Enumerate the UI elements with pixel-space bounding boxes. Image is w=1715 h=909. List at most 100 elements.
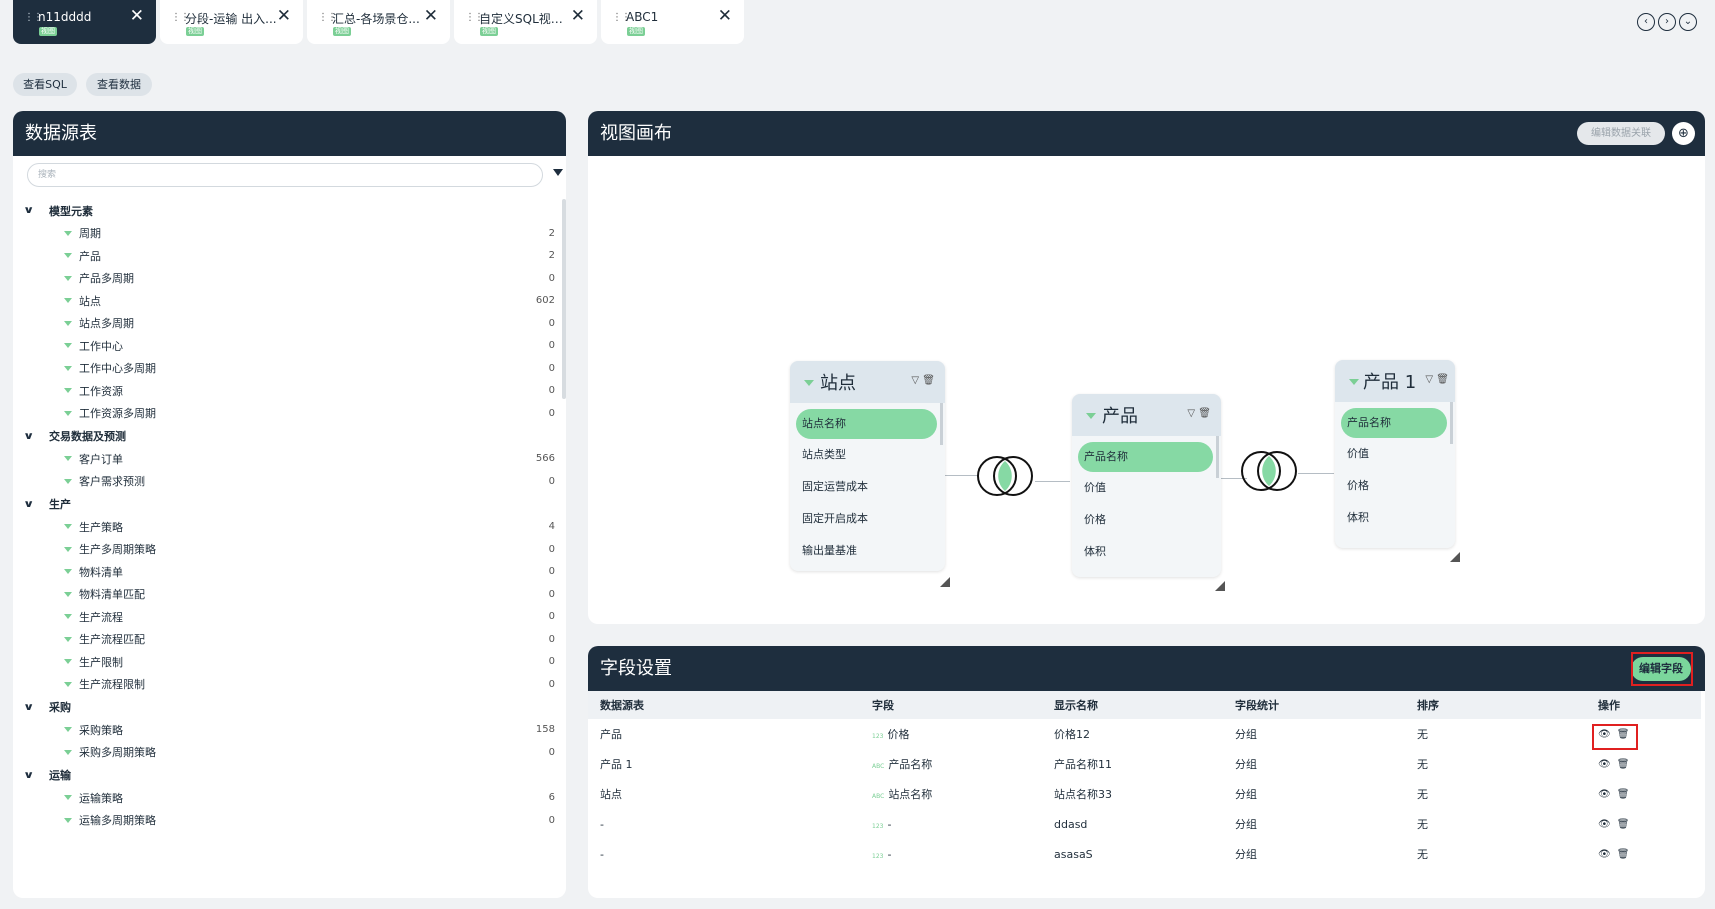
node-field[interactable]: 产品名称 — [1341, 408, 1447, 438]
inner-join-icon[interactable] — [1241, 451, 1297, 491]
node-field[interactable]: 固定开启成本 — [790, 503, 945, 535]
tree-item[interactable]: 生产流程限制 0 — [25, 673, 555, 696]
eye-icon[interactable]: 👁 — [1598, 789, 1611, 800]
table-node-product[interactable]: 产品 ▽ 🗑 产品名称 价值 价格 体积 — [1072, 394, 1221, 577]
node-field[interactable]: 价值 — [1335, 438, 1455, 470]
next-tab-icon[interactable]: › — [1658, 13, 1676, 31]
tree-group[interactable]: ∨ 生产 — [23, 493, 555, 516]
expand-icon[interactable] — [64, 253, 72, 259]
tree-group[interactable]: ∨ 模型元素 — [23, 199, 555, 222]
tree-item[interactable]: 产品多周期 0 — [25, 267, 555, 290]
tree-item[interactable]: 生产策略 4 — [25, 516, 555, 539]
node-field[interactable]: 站点类型 — [790, 439, 945, 471]
node-field[interactable]: 产品名称 — [1078, 442, 1213, 472]
close-icon[interactable]: ✕ — [130, 8, 144, 25]
expand-icon[interactable] — [64, 298, 72, 304]
expand-icon[interactable] — [64, 275, 72, 281]
trash-icon[interactable]: 🗑 — [1617, 759, 1630, 770]
expand-icon[interactable] — [64, 365, 72, 371]
tree-item[interactable]: 生产多周期策略 0 — [25, 538, 555, 561]
scrollbar[interactable] — [1216, 436, 1219, 478]
trash-icon[interactable]: 🗑 — [1617, 789, 1630, 800]
table-node-product-1[interactable]: 产品 1 ▽ 🗑 产品名称 价值 价格 体积 — [1335, 360, 1455, 548]
node-header[interactable]: 产品 ▽ 🗑 — [1072, 394, 1221, 436]
collapse-icon[interactable] — [1349, 379, 1359, 385]
tree-item[interactable]: 工作资源 0 — [25, 380, 555, 403]
node-field[interactable]: 价值 — [1072, 472, 1221, 504]
tree-item[interactable]: 客户订单 566 — [25, 448, 555, 471]
chevron-down-icon[interactable]: ∨ — [23, 702, 37, 713]
tree-item[interactable]: 运输策略 6 — [25, 787, 555, 810]
resize-handle-icon[interactable] — [1215, 581, 1225, 591]
close-icon[interactable]: ✕ — [277, 8, 291, 25]
expand-icon[interactable] — [64, 456, 72, 462]
table-row[interactable]: -123- ddasd 分组无 👁 🗑 — [588, 809, 1701, 839]
tree-group[interactable]: ∨ 运输 — [23, 764, 555, 787]
trash-icon[interactable]: 🗑 — [922, 375, 935, 386]
filter-icon[interactable] — [553, 169, 563, 176]
table-row[interactable]: 产品 123 价格 价格12 分组无 👁 🗑 — [588, 719, 1701, 749]
tree-item[interactable]: 采购策略 158 — [25, 719, 555, 742]
table-row[interactable]: 产品 1 ABC 产品名称 产品名称11 分组无 👁 🗑 — [588, 749, 1701, 779]
tree-item[interactable]: 物料清单匹配 0 — [25, 583, 555, 606]
resize-handle-icon[interactable] — [1450, 552, 1460, 562]
tree-item[interactable]: 工作中心 0 — [25, 335, 555, 358]
scrollbar[interactable] — [940, 403, 943, 445]
node-header[interactable]: 产品 1 ▽ 🗑 — [1335, 360, 1455, 402]
node-field[interactable]: 体积 — [1335, 502, 1455, 534]
node-field[interactable]: 固定运营成本 — [790, 471, 945, 503]
tab-list-icon[interactable]: ⌄ — [1679, 13, 1697, 31]
view-sql-button[interactable]: 查看SQL — [13, 73, 77, 96]
table-row[interactable]: -123- asasaS 分组无 👁 🗑 — [588, 839, 1701, 869]
tree-item[interactable]: 站点 602 — [25, 290, 555, 313]
search-input[interactable]: 搜索 — [27, 163, 543, 187]
node-field[interactable]: 价格 — [1072, 504, 1221, 536]
node-field[interactable]: 输出量基准 — [790, 535, 945, 567]
expand-icon[interactable] — [64, 230, 72, 236]
chevron-down-icon[interactable]: ∨ — [23, 770, 37, 781]
collapse-icon[interactable] — [1086, 413, 1096, 419]
expand-icon[interactable] — [64, 524, 72, 530]
tab-custom-sql[interactable]: ⋮⋮ 自定义SQL视图... 视图 ✕ — [454, 0, 597, 44]
close-icon[interactable]: ✕ — [571, 8, 585, 25]
tree-item[interactable]: 工作资源多周期 0 — [25, 402, 555, 425]
node-field[interactable]: 体积 — [1072, 536, 1221, 568]
filter-icon[interactable]: ▽ — [911, 375, 919, 386]
expand-icon[interactable] — [64, 681, 72, 687]
chevron-down-icon[interactable]: ∨ — [23, 499, 37, 510]
tree-item[interactable]: 生产限制 0 — [25, 651, 555, 674]
tab-abc1[interactable]: ⋮⋮ ABC1 视图 ✕ — [601, 0, 744, 44]
expand-icon[interactable] — [64, 478, 72, 484]
expand-icon[interactable] — [64, 591, 72, 597]
expand-icon[interactable] — [64, 636, 72, 642]
tab-summary-warehouse[interactable]: ⋮⋮ 汇总-各场景仓... 视图 ✕ — [307, 0, 450, 44]
trash-icon[interactable]: 🗑 — [1198, 408, 1211, 419]
inner-join-icon[interactable] — [977, 456, 1033, 496]
expand-icon[interactable] — [64, 569, 72, 575]
tree-item[interactable]: 采购多周期策略 0 — [25, 741, 555, 764]
tree-item[interactable]: 客户需求预测 0 — [25, 470, 555, 493]
tree-item[interactable]: 生产流程 0 — [25, 606, 555, 629]
table-row[interactable]: 站点 ABC 站点名称 站点名称33 分组无 👁 🗑 — [588, 779, 1701, 809]
trash-icon[interactable]: 🗑 — [1436, 374, 1449, 385]
expand-icon[interactable] — [64, 388, 72, 394]
expand-icon[interactable] — [64, 614, 72, 620]
node-field[interactable]: 站点名称 — [796, 409, 937, 439]
prev-tab-icon[interactable]: ‹ — [1637, 13, 1655, 31]
view-data-button[interactable]: 查看数据 — [86, 73, 152, 96]
node-header[interactable]: 站点 ▽ 🗑 — [790, 361, 945, 403]
filter-icon[interactable]: ▽ — [1425, 374, 1433, 385]
tree-item[interactable]: 生产流程匹配 0 — [25, 628, 555, 651]
resize-handle-icon[interactable] — [940, 577, 950, 587]
collapse-icon[interactable] — [804, 380, 814, 386]
tab-n11dddd[interactable]: ⋮⋮ n11dddd 视图 ✕ — [13, 0, 156, 44]
tree-item[interactable]: 产品 2 — [25, 245, 555, 268]
trash-icon[interactable]: 🗑 — [1617, 819, 1630, 830]
filter-icon[interactable]: ▽ — [1187, 408, 1195, 419]
expand-icon[interactable] — [64, 817, 72, 823]
eye-icon[interactable]: 👁 — [1598, 759, 1611, 770]
eye-icon[interactable]: 👁 — [1598, 819, 1611, 830]
expand-icon[interactable] — [64, 343, 72, 349]
edit-relation-button[interactable]: 编辑数据关联 — [1577, 122, 1665, 145]
table-node-site[interactable]: 站点 ▽ 🗑 站点名称 站点类型 固定运营成本 固定开启成本 输出量基准 — [790, 361, 945, 571]
